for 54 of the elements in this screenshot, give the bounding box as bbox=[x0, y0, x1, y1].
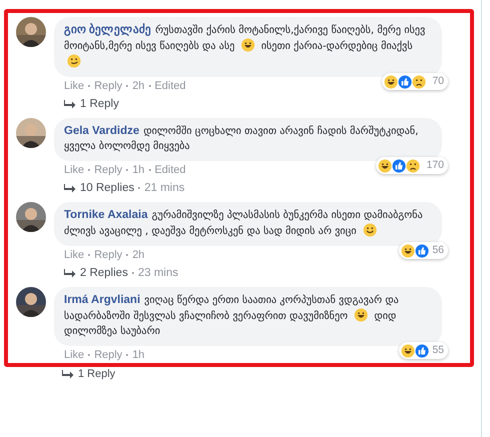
reaction-count: 55 bbox=[432, 343, 444, 358]
thumbs-up-icon bbox=[415, 344, 430, 358]
thumbs-up-icon bbox=[392, 158, 406, 172]
action-link[interactable]: Reply bbox=[94, 249, 122, 261]
action-link[interactable]: Like bbox=[64, 80, 84, 92]
reply-arrow-icon bbox=[64, 184, 76, 192]
action-link[interactable]: Reply bbox=[94, 164, 122, 176]
thumbs-up-icon bbox=[415, 244, 430, 258]
reply-time: 23 mins bbox=[138, 267, 178, 279]
comment-text: Tornike Axalaia გურამიშვილზე პლასმასის ბუნკერმა ისეთი დამიაბგონა ძლივს ავაცილე , დაეშვა მეტროსკენ და სად მიდის არ ვიცი bbox=[64, 210, 423, 237]
thumbs-up-icon bbox=[398, 74, 412, 88]
reactions-badge[interactable]: 56 bbox=[399, 242, 448, 259]
reactions-badge[interactable]: 55 bbox=[399, 342, 448, 359]
timestamp: Edited bbox=[154, 164, 186, 176]
timestamp: 2h bbox=[132, 80, 145, 92]
comment-text: Irmá Argvliani ვიღაც წერდა ერთი საათია კორპუსთან ვდგავარ და სადარბაზოში შესვლას ვჩალიჩობ ვერაფრით დავუმიზნეო დიდ დილომზეა საუბარი bbox=[64, 295, 399, 337]
timestamp: 2h bbox=[132, 249, 145, 261]
comment-author[interactable]: Tornike Axalaia bbox=[64, 209, 148, 221]
replies-link[interactable]: 1 Reply bbox=[80, 98, 119, 110]
reaction-count: 56 bbox=[432, 243, 444, 258]
action-link[interactable]: Like bbox=[64, 249, 84, 261]
comment-author[interactable]: Gela Vardidze bbox=[64, 125, 140, 137]
action-link[interactable]: Reply bbox=[94, 80, 122, 92]
smiling-face-icon bbox=[362, 223, 377, 237]
smirking-face-icon bbox=[67, 54, 81, 68]
replies-link[interactable]: 10 Replies bbox=[80, 182, 134, 194]
timestamp: 1h bbox=[132, 349, 145, 361]
comment-text: Gela Vardidze დილომში ცოცხალი თავით არავინ ჩადის მარშუტკიდან, ყველა ბოლომდე მიყვება bbox=[64, 126, 418, 152]
reactions-badge[interactable]: 170 bbox=[376, 157, 448, 174]
reply-arrow-icon bbox=[64, 268, 76, 278]
sad-face-icon bbox=[412, 74, 426, 88]
comment-author[interactable]: გიო ბელელაძე bbox=[64, 24, 152, 36]
action-link[interactable]: Like bbox=[64, 164, 84, 176]
reaction-count: 70 bbox=[432, 74, 444, 89]
reply-arrow-icon bbox=[64, 100, 76, 108]
laughing-face-icon bbox=[384, 74, 398, 88]
timestamp: Edited bbox=[154, 80, 186, 92]
replies-link[interactable]: 2 Replies bbox=[80, 267, 128, 279]
laughing-face-icon bbox=[401, 244, 416, 258]
comment-text: გიო ბელელაძე რუსთავში ქარის მოტანილს,ქარივე წაიღებს, მერე ისევ მოიტანს,მერე ისევ წაიღებს და ასე ისეთი ქარია-დარდებიც მიაქვს bbox=[64, 25, 426, 68]
laughing-face-icon bbox=[240, 38, 255, 52]
reactions-badge[interactable]: 70 bbox=[382, 73, 448, 90]
laughing-face-icon bbox=[401, 344, 416, 358]
reaction-count: 170 bbox=[426, 158, 444, 173]
action-link[interactable]: Like bbox=[64, 349, 84, 361]
timestamp: 1h bbox=[132, 164, 145, 176]
action-link[interactable]: Reply bbox=[94, 349, 122, 361]
sad-face-icon bbox=[406, 158, 420, 172]
reply-arrow-icon bbox=[62, 370, 74, 378]
reply-time: 21 mins bbox=[144, 182, 185, 194]
laughing-face-icon bbox=[354, 308, 368, 322]
replies-link[interactable]: 1 Reply bbox=[78, 368, 116, 380]
comment-author[interactable]: Irmá Argvliani bbox=[64, 294, 140, 306]
laughing-face-icon bbox=[378, 158, 392, 172]
